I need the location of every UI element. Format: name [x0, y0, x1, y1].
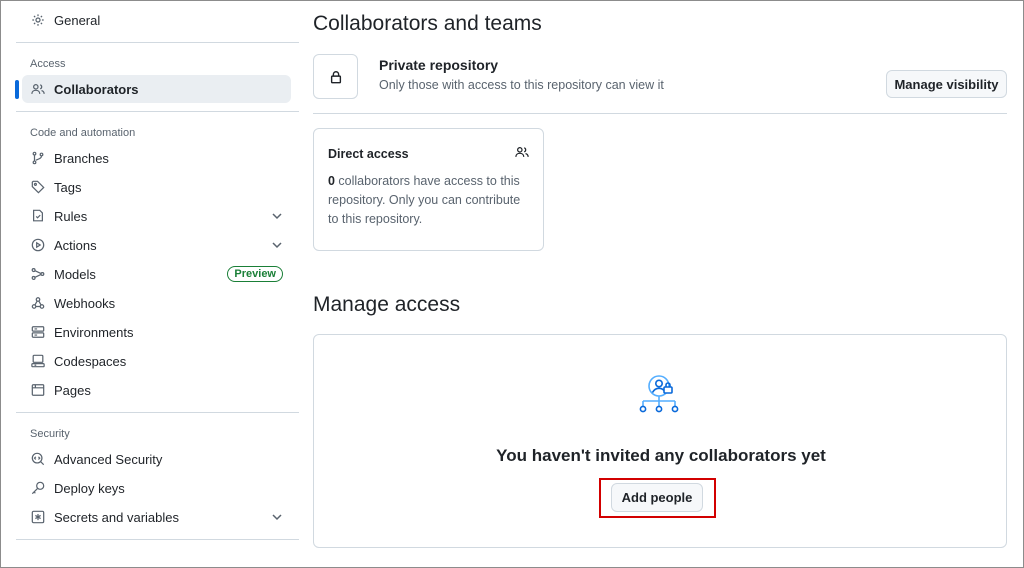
webhook-icon — [30, 295, 46, 311]
person-lock-network-icon — [639, 375, 679, 413]
sidebar-divider — [16, 412, 299, 413]
sidebar-item-tags[interactable]: Tags — [22, 173, 291, 201]
page-title: Collaborators and teams — [313, 12, 542, 35]
sidebar-item-label: Codespaces — [54, 353, 127, 369]
people-icon — [30, 81, 46, 97]
sidebar-item-general[interactable]: General — [22, 6, 291, 34]
direct-access-text: collaborators have access to this reposi… — [328, 174, 521, 226]
people-icon — [515, 147, 529, 157]
manage-visibility-button[interactable]: Manage visibility — [886, 70, 1007, 98]
sidebar-item-label: Tags — [54, 179, 82, 195]
codespaces-icon — [30, 353, 46, 369]
visibility-description: Only those with access to this repositor… — [379, 78, 664, 92]
sidebar-item-webhooks[interactable]: Webhooks — [22, 289, 291, 317]
sidebar-item-advanced-security[interactable]: Advanced Security — [22, 445, 291, 473]
lock-icon — [313, 54, 358, 99]
sidebar-item-models[interactable]: Models Preview — [22, 260, 291, 288]
add-people-button[interactable]: Add people — [611, 483, 703, 512]
sidebar-item-label: Webhooks — [54, 295, 116, 311]
manage-access-title: Manage access — [313, 293, 461, 316]
chevron-down-icon[interactable] — [271, 511, 283, 523]
sidebar-divider — [16, 111, 299, 112]
codescan-icon — [30, 451, 46, 467]
chevron-down-icon[interactable] — [271, 239, 283, 251]
direct-access-title: Direct access — [328, 147, 409, 161]
sidebar-item-codespaces[interactable]: Codespaces — [22, 347, 291, 375]
collaborator-count: 0 — [328, 174, 335, 188]
key-icon — [30, 480, 46, 496]
browser-icon — [30, 382, 46, 398]
sidebar-divider — [16, 42, 299, 43]
sidebar-item-label: Pages — [54, 382, 91, 398]
asterisk-box-icon — [30, 509, 46, 525]
visibility-row: Private repository Only those with acces… — [313, 54, 1007, 114]
sidebar-item-environments[interactable]: Environments — [22, 318, 291, 346]
section-access-label: Access — [30, 58, 66, 70]
play-circle-icon — [30, 237, 46, 253]
sidebar-item-label: Deploy keys — [54, 480, 125, 496]
sidebar-item-label: Environments — [54, 324, 134, 340]
sidebar-item-rules[interactable]: Rules — [22, 202, 291, 230]
sidebar-item-label: Models — [54, 266, 96, 282]
sidebar-item-deploy-keys[interactable]: Deploy keys — [22, 474, 291, 502]
sidebar-item-label: Secrets and variables — [54, 509, 180, 525]
empty-state-message: You haven't invited any collaborators ye… — [496, 446, 826, 465]
direct-access-card: Direct access 0 collaborators have acces… — [313, 128, 544, 251]
sidebar-item-collaborators[interactable]: Collaborators — [15, 75, 291, 103]
tag-icon — [30, 179, 46, 195]
sidebar-item-actions[interactable]: Actions — [22, 231, 291, 259]
sidebar-item-label: Advanced Security — [54, 451, 163, 467]
preview-badge: Preview — [227, 266, 283, 282]
manage-access-box: You haven't invited any collaborators ye… — [313, 334, 1007, 548]
sidebar-divider — [16, 539, 299, 540]
sidebar-item-pages[interactable]: Pages — [22, 376, 291, 404]
direct-access-description: 0 collaborators have access to this repo… — [328, 172, 533, 229]
chevron-down-icon[interactable] — [271, 210, 283, 222]
sidebar-item-label: General — [54, 12, 101, 28]
gear-icon — [30, 12, 46, 28]
models-icon — [30, 266, 46, 282]
sidebar-item-branches[interactable]: Branches — [22, 144, 291, 172]
section-security-label: Security — [30, 428, 70, 440]
sidebar-item-label: Collaborators — [54, 81, 139, 97]
visibility-title: Private repository — [379, 57, 499, 73]
git-branch-icon — [30, 150, 46, 166]
server-icon — [30, 324, 46, 340]
sidebar-item-label: Rules — [54, 208, 88, 224]
sidebar-item-label: Actions — [54, 237, 97, 253]
rules-icon — [30, 208, 46, 224]
sidebar-item-label: Branches — [54, 150, 109, 166]
main-content: Collaborators and teams Private reposito… — [313, 0, 1007, 568]
section-code-label: Code and automation — [30, 127, 136, 139]
sidebar-item-secrets[interactable]: Secrets and variables — [22, 503, 291, 531]
settings-sidebar: General Access Collaborators Code and au… — [15, 0, 299, 568]
